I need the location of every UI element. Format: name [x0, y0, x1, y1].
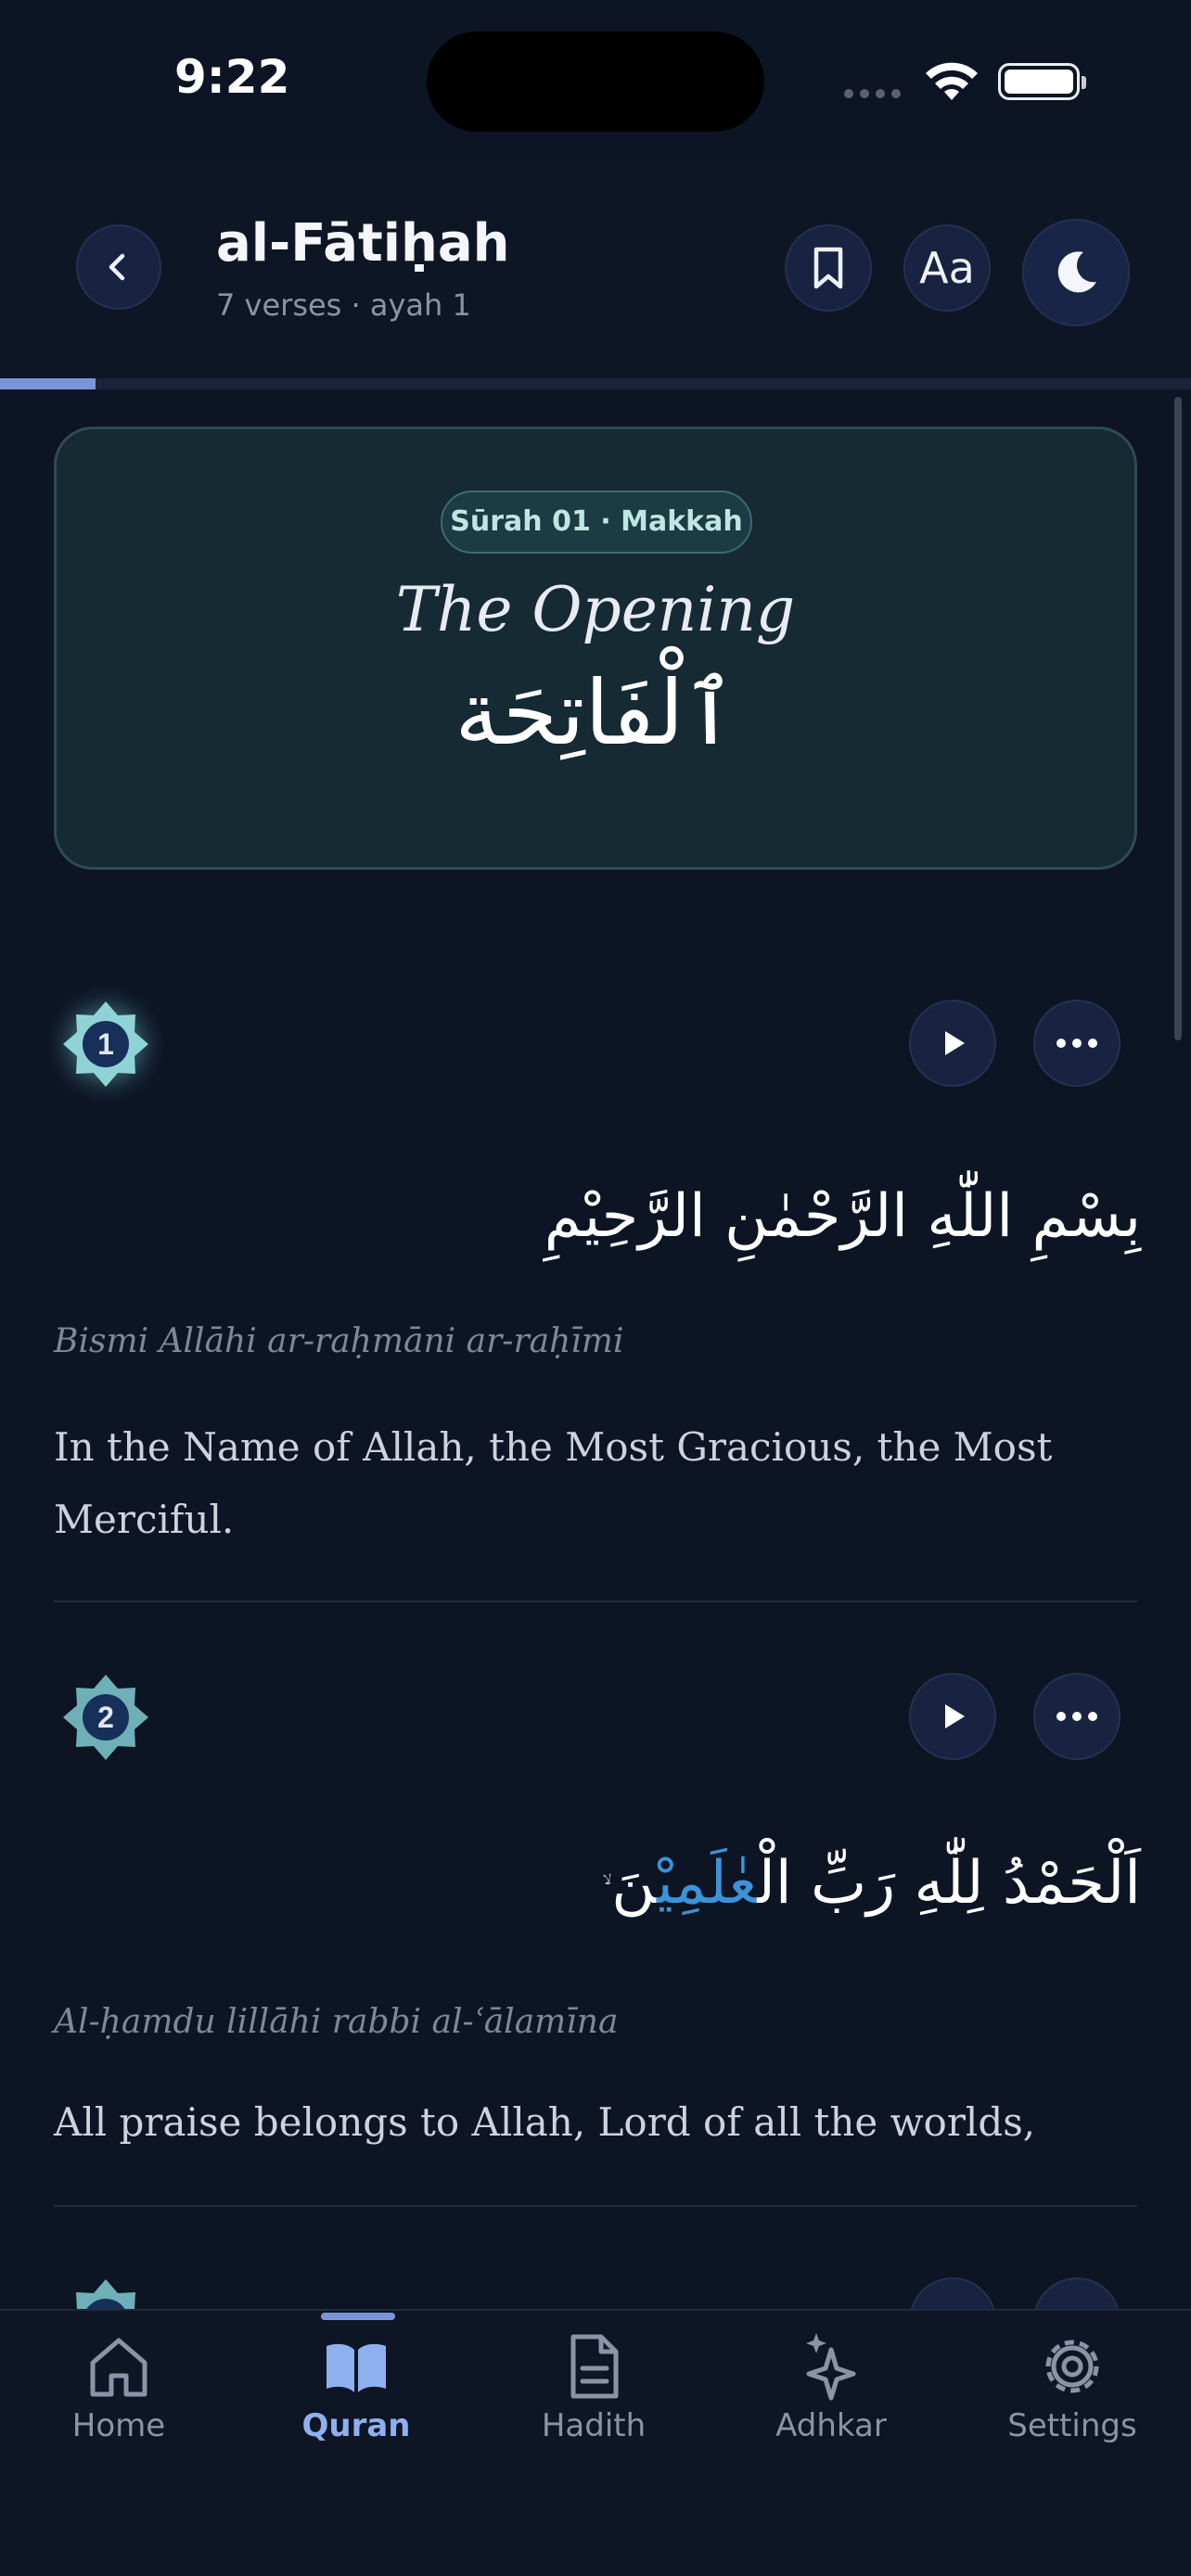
verse-item: 3 — [0, 2276, 1191, 2309]
verse-transliteration: Al-ḥamdu lillāhi rabbi al-ʿālamīna — [54, 2003, 619, 2041]
verse-transliteration: Bismi Allāhi ar-raḥmāni ar-raḥīmi — [54, 1322, 624, 1360]
sparkle-icon — [806, 2333, 856, 2401]
verse-divider — [54, 1600, 1137, 1602]
book-icon — [327, 2343, 386, 2392]
more-options-button[interactable] — [1033, 1000, 1121, 1087]
home-icon — [90, 2338, 147, 2397]
verse-arabic-text: اَلْحَمْدُ لِلّٰهِ رَبِّ الْعٰلَمِيْنَۙ — [593, 1849, 1141, 1918]
verse-translation: All praise belongs to Allah, Lord of all… — [54, 2099, 1036, 2145]
surah-header-card: Sūrah 01 · Makkah The Opening ٱلْفَاتِحَ… — [54, 427, 1137, 870]
bookmark-icon — [813, 247, 843, 289]
verse-arabic-highlighted-word: عٰلَمِيْ — [656, 1849, 758, 1918]
gear-icon — [1045, 2340, 1099, 2393]
moon-icon — [1057, 251, 1096, 293]
battery-icon — [998, 63, 1086, 100]
back-button[interactable] — [76, 224, 161, 310]
status-bar: 9:22 — [0, 0, 1191, 158]
bottom-tab-bar: Home Quran Hadith Adhkar Settings — [0, 2309, 1191, 2576]
surah-arabic-name: ٱلْفَاتِحَة — [455, 661, 736, 765]
verse-translation: In the Name of Allah, the Most Gracious,… — [54, 1424, 1053, 1542]
tab-label: Adhkar — [775, 2407, 887, 2444]
verse-arabic-part: اَلْحَمْدُ لِلّٰهِ رَبِّ الْ — [757, 1849, 1141, 1918]
reading-progress-bar — [0, 378, 1191, 389]
more-options-button[interactable] — [1033, 1673, 1121, 1760]
verse-number: 3 — [59, 2276, 152, 2309]
signal-icon — [844, 89, 901, 98]
tab-adhkar[interactable]: Adhkar — [712, 2311, 950, 2478]
play-verse-button[interactable] — [909, 1673, 996, 1760]
play-icon — [945, 1704, 965, 1728]
reader-header: al-Fātiḥah 7 verses · ayah 1 Aa — [0, 158, 1191, 380]
tab-settings[interactable]: Settings — [954, 2311, 1191, 2478]
chevron-left-icon — [109, 253, 125, 281]
theme-toggle-button[interactable] — [1022, 219, 1130, 326]
verse-number-badge[interactable]: 3 — [59, 2276, 152, 2309]
play-icon — [945, 1031, 965, 1055]
reading-progress-fill — [0, 378, 96, 389]
bookmark-button[interactable] — [785, 224, 872, 312]
page-subtitle: 7 verses · ayah 1 — [216, 287, 471, 323]
dynamic-island — [427, 32, 764, 132]
verse-arabic-text: بِسْمِ اللّٰهِ الرَّحْمٰنِ الرَّحِيْمِ — [544, 1182, 1141, 1251]
active-tab-indicator — [321, 2313, 395, 2320]
verse-arabic-part: نَ — [611, 1849, 657, 1918]
verse-divider — [54, 2205, 1137, 2207]
surah-english-name: The Opening — [395, 574, 796, 645]
tab-label: Hadith — [541, 2407, 647, 2444]
tab-label: Quran — [301, 2407, 411, 2444]
page-title: al-Fātiḥah — [216, 213, 510, 274]
tab-home[interactable]: Home — [0, 2311, 237, 2478]
verse-number-badge[interactable]: 1 — [59, 998, 152, 1090]
more-options-button[interactable] — [1033, 2277, 1121, 2309]
tab-hadith[interactable]: Hadith — [475, 2311, 712, 2478]
verse-number: 1 — [97, 1027, 114, 1061]
tab-label: Settings — [1007, 2407, 1137, 2444]
more-dots-icon — [1057, 1712, 1097, 1721]
tab-quran[interactable]: Quran — [237, 2311, 475, 2478]
status-time: 9:22 — [174, 50, 290, 104]
tab-label: Home — [71, 2407, 166, 2444]
play-verse-button[interactable] — [909, 2277, 996, 2309]
verse-number-badge[interactable]: 2 — [59, 1671, 152, 1764]
font-size-button[interactable]: Aa — [903, 224, 991, 312]
play-verse-button[interactable] — [909, 1000, 996, 1087]
verse-number: 2 — [97, 1701, 114, 1734]
wifi-icon — [926, 62, 978, 100]
scrollbar[interactable] — [1174, 397, 1182, 1040]
more-dots-icon — [1057, 1039, 1097, 1048]
surah-info-badge: Sūrah 01 · Makkah — [441, 491, 752, 554]
document-icon — [570, 2334, 619, 2399]
